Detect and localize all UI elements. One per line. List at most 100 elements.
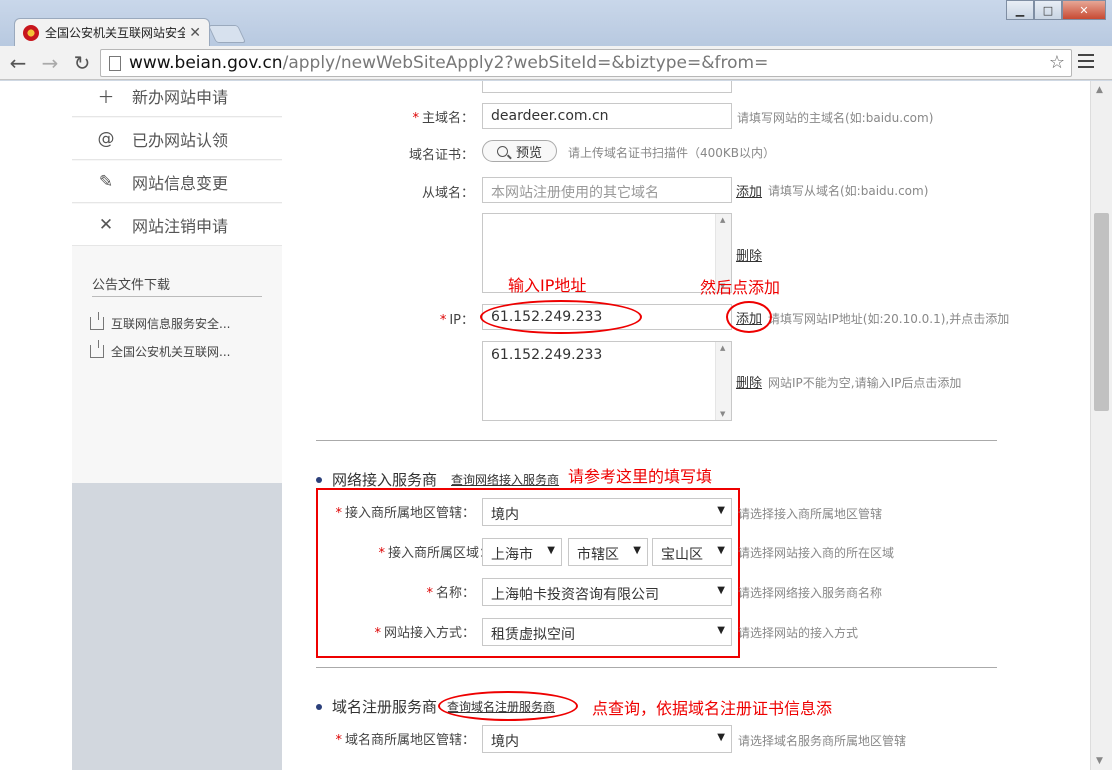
notice-label: 互联网信息服务安全... xyxy=(111,317,231,331)
notice-label: 全国公安机关互联网... xyxy=(111,345,231,359)
minimize-button[interactable]: ▁ xyxy=(1006,0,1034,20)
section-divider xyxy=(316,667,997,668)
notice-link[interactable]: 全国公安机关互联网... xyxy=(90,340,231,360)
sidebar-item-label: 网站注销申请 xyxy=(132,216,229,236)
scroll-down-icon[interactable]: ▼ xyxy=(1096,756,1103,766)
tab-close-icon[interactable]: ✕ xyxy=(189,25,201,41)
isp-name-select[interactable]: 上海帕卡投资咨询有限公司 ▼ xyxy=(482,578,732,606)
sidebar-item-label: 新办网站申请 xyxy=(132,87,229,107)
forward-arrow-icon[interactable]: → xyxy=(36,49,64,77)
isp-name-label: * 名称： xyxy=(426,586,475,601)
list-scrollbar[interactable]: ▲ ▼ xyxy=(715,342,731,420)
page-viewport: ＋ 新办网站申请 @ 已办网站认领 ✎ 网站信息变更 ✕ 网站注销申请 公告文件… xyxy=(0,81,1090,770)
page-scrollbar[interactable]: ▲ ▼ xyxy=(1090,81,1112,770)
window-controls: ▁ □ ✕ xyxy=(1006,0,1106,20)
dropdown-caret-icon: ▼ xyxy=(717,545,725,556)
annotation-oval-ip xyxy=(480,300,642,334)
isp-region-label: * 接入商所属地区管辖： xyxy=(335,506,475,521)
sidebar-item-change[interactable]: ✎ 网站信息变更 xyxy=(72,161,282,203)
download-icon xyxy=(90,340,104,358)
scroll-up-icon[interactable]: ▲ xyxy=(1096,85,1103,95)
bullet-icon xyxy=(316,703,322,710)
notice-title: 公告文件下载 xyxy=(92,278,171,293)
isp-city-select[interactable]: 市辖区 ▼ xyxy=(568,538,648,566)
edit-icon: ✎ xyxy=(98,171,114,192)
sidebar-item-new-application[interactable]: ＋ 新办网站申请 xyxy=(72,81,282,117)
isp-district-select[interactable]: 宝山区 ▼ xyxy=(652,538,732,566)
domain-cert-hint: 请上传域名证书扫描件（400KB以内） xyxy=(568,146,776,160)
registrar-region-hint: 请选择域名服务商所属地区管辖 xyxy=(738,734,907,748)
isp-region-hint: 请选择接入商所属地区管辖 xyxy=(738,507,883,521)
isp-method-select[interactable]: 租赁虚拟空间 ▼ xyxy=(482,618,732,646)
window-titlebar: 全国公安机关互联网站安全 ✕ ▁ □ ✕ xyxy=(0,0,1112,46)
page-icon xyxy=(109,55,121,71)
url-path: /apply/newWebSiteApply2?webSiteId=&bizty… xyxy=(282,53,769,73)
sub-domain-hint: 请填写从域名(如:baidu.com) xyxy=(768,184,929,198)
isp-area-label: * 接入商所属区域： xyxy=(378,546,492,561)
ip-label: * IP： xyxy=(439,313,474,328)
dropdown-caret-icon: ▼ xyxy=(547,545,555,556)
address-bar[interactable]: www.beian.gov.cn/apply/newWebSiteApply2?… xyxy=(100,49,1072,77)
magnifier-icon xyxy=(497,145,508,157)
sidebar-item-cancel[interactable]: ✕ 网站注销申请 xyxy=(72,204,282,246)
sub-domain-add-link[interactable]: 添加 xyxy=(736,181,762,200)
sub-domain-delete-link[interactable]: 删除 xyxy=(736,245,762,264)
bookmark-star-icon[interactable]: ☆ xyxy=(1049,52,1065,73)
notice-link[interactable]: 互联网信息服务安全... xyxy=(90,312,231,332)
browser-toolbar: ← → ↻ www.beian.gov.cn/apply/newWebSiteA… xyxy=(0,46,1112,80)
dropdown-caret-icon: ▼ xyxy=(717,505,725,516)
isp-method-label: * 网站接入方式： xyxy=(374,626,475,641)
isp-area-hint: 请选择网站接入商的所在区域 xyxy=(738,546,895,560)
reload-icon[interactable]: ↻ xyxy=(68,49,96,77)
annotation-then-add: 然后点添加 xyxy=(700,278,781,297)
section-title-text: 域名注册服务商 xyxy=(332,698,438,716)
sidebar-item-label: 网站信息变更 xyxy=(132,173,229,193)
annotation-click-query: 点查询，依据域名注册证书信息添 xyxy=(592,699,833,718)
annotation-oval-query xyxy=(438,691,578,721)
sidebar-item-claim[interactable]: @ 已办网站认领 xyxy=(72,118,282,160)
back-arrow-icon[interactable]: ← xyxy=(4,49,32,77)
sidebar-item-label: 已办网站认领 xyxy=(132,130,229,150)
section-title-text: 网络接入服务商 xyxy=(332,471,438,489)
sub-domain-label: 从域名： xyxy=(421,186,474,201)
main-domain-input[interactable]: deardeer.com.cn xyxy=(482,103,732,129)
ip-list-entry[interactable]: 61.152.249.233 xyxy=(491,347,602,363)
query-isp-link[interactable]: 查询网络接入服务商 xyxy=(451,471,559,488)
bullet-icon xyxy=(316,476,322,483)
isp-name-hint: 请选择网络接入服务商名称 xyxy=(738,586,883,600)
emblem-icon xyxy=(23,24,39,41)
section-divider xyxy=(316,440,997,441)
isp-method-hint: 请选择网站的接入方式 xyxy=(738,626,859,640)
ip-list[interactable]: 61.152.249.233 ▲ ▼ xyxy=(482,341,732,421)
main-domain-hint: 请填写网站的主域名(如:baidu.com) xyxy=(737,111,934,125)
sidebar-background xyxy=(72,483,282,770)
preview-button[interactable]: 预览 xyxy=(482,140,558,162)
registrar-region-select[interactable]: 境内 ▼ xyxy=(482,725,732,753)
isp-region-select[interactable]: 境内 ▼ xyxy=(482,498,732,526)
close-icon: ✕ xyxy=(98,214,114,235)
window-close-button[interactable]: ✕ xyxy=(1062,0,1106,20)
notice-divider xyxy=(92,296,262,297)
new-tab-button[interactable] xyxy=(207,25,247,43)
hamburger-menu-icon[interactable] xyxy=(1078,54,1094,70)
dropdown-caret-icon: ▼ xyxy=(717,585,725,596)
registrar-region-label: * 域名商所属地区管辖： xyxy=(335,733,475,748)
scroll-thumb[interactable] xyxy=(1094,213,1109,411)
ip-list-hint: 网站IP不能为空,请输入IP后点击添加 xyxy=(768,376,962,390)
isp-section-title: 网络接入服务商 查询网络接入服务商 xyxy=(316,469,559,490)
open-date-input[interactable] xyxy=(482,81,732,93)
domain-cert-label: 域名证书： xyxy=(408,148,474,163)
isp-province-select[interactable]: 上海市 ▼ xyxy=(482,538,562,566)
annotation-oval-add xyxy=(726,301,772,333)
tab-title: 全国公安机关互联网站安全 xyxy=(45,26,186,40)
ip-delete-link[interactable]: 删除 xyxy=(736,372,762,391)
at-icon: @ xyxy=(97,128,115,149)
sub-domain-input[interactable]: 本网站注册使用的其它域名 xyxy=(482,177,732,203)
preview-button-label: 预览 xyxy=(516,145,543,161)
download-icon xyxy=(90,312,104,330)
maximize-button[interactable]: □ xyxy=(1034,0,1062,20)
browser-tab[interactable]: 全国公安机关互联网站安全 ✕ xyxy=(14,18,210,46)
form-content: * 主域名： deardeer.com.cn 请填写网站的主域名(如:baidu.… xyxy=(292,81,1090,770)
url-host: www.beian.gov.cn xyxy=(129,53,283,73)
annotation-refer-here: 请参考这里的填写填 xyxy=(568,467,713,486)
